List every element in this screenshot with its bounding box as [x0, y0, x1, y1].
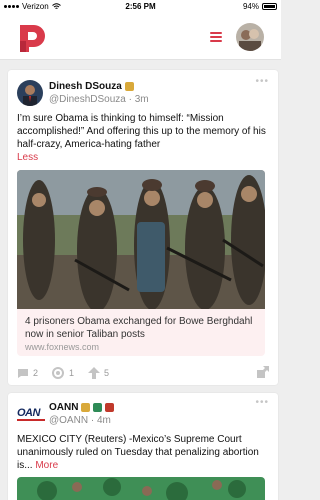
battery-percent: 94%	[242, 2, 259, 11]
echo-action[interactable]: 1	[52, 367, 74, 379]
upvote-count: 5	[104, 368, 110, 378]
author-meta: @DineshDSouza · 3m	[49, 94, 149, 105]
author-name-row: Dinesh DSouza	[49, 81, 134, 92]
menu-icon[interactable]	[210, 32, 222, 42]
author-handle[interactable]: @DineshDSouza	[49, 94, 126, 105]
post-card: OAN OANN @OANN · 4m ••• MEXICO CITY (Reu…	[8, 393, 278, 500]
comment-action[interactable]: 2	[17, 368, 38, 379]
author-name-row: OANN	[49, 402, 115, 413]
author-name[interactable]: OANN	[49, 402, 78, 413]
logo-underline	[17, 419, 45, 421]
author-name[interactable]: Dinesh DSouza	[49, 81, 122, 92]
link-domain: www.foxnews.com	[25, 342, 100, 352]
more-options-icon[interactable]: •••	[255, 76, 269, 87]
parler-logo[interactable]	[15, 21, 49, 55]
oan-logo-text: OAN	[17, 407, 40, 419]
battery-icon	[262, 3, 277, 10]
link-preview[interactable]: 4 prisoners Obama exchanged for Bowe Ber…	[17, 170, 265, 356]
post-timestamp: 3m	[134, 94, 149, 105]
post-card: Dinesh DSouza @DineshDSouza · 3m ••• I’m…	[8, 70, 278, 385]
profile-avatar[interactable]	[236, 23, 264, 51]
verified-badge-icon	[81, 403, 91, 412]
status-bar: Verizon 2:56 PM 94%	[0, 0, 281, 14]
app-header	[0, 14, 281, 60]
share-icon[interactable]	[257, 366, 269, 378]
less-link[interactable]: Less	[17, 152, 38, 163]
comment-icon	[18, 368, 28, 378]
verified-badge-icon	[124, 82, 134, 91]
post-actions: 2 1 5	[17, 366, 269, 380]
post-text: MEXICO CITY (Reuters) -Mexico’s Supreme …	[17, 433, 269, 472]
echo-count: 1	[69, 368, 75, 378]
author-meta: @OANN · 4m	[49, 415, 111, 426]
status-right: 94%	[243, 2, 277, 11]
shield-badge-icon	[105, 403, 115, 412]
check-badge-icon	[93, 403, 103, 412]
author-handle[interactable]: @OANN	[49, 415, 88, 426]
more-link[interactable]: More	[35, 460, 58, 471]
upvote-icon	[88, 367, 101, 379]
upvote-action[interactable]: 5	[88, 367, 109, 379]
author-avatar[interactable]	[17, 80, 43, 106]
author-avatar[interactable]: OAN	[17, 407, 45, 421]
link-preview-image[interactable]	[17, 477, 265, 500]
more-options-icon[interactable]: •••	[255, 397, 269, 408]
echo-icon	[52, 367, 65, 379]
post-timestamp: 4m	[96, 415, 111, 426]
link-title[interactable]: 4 prisoners Obama exchanged for Bowe Ber…	[25, 315, 259, 341]
post-text: I’m sure Obama is thinking to himself: “…	[17, 112, 269, 164]
comment-count: 2	[33, 368, 39, 378]
status-time: 2:56 PM	[125, 2, 156, 11]
post-body: I’m sure Obama is thinking to himself: “…	[17, 113, 266, 150]
link-preview-image	[17, 170, 265, 309]
